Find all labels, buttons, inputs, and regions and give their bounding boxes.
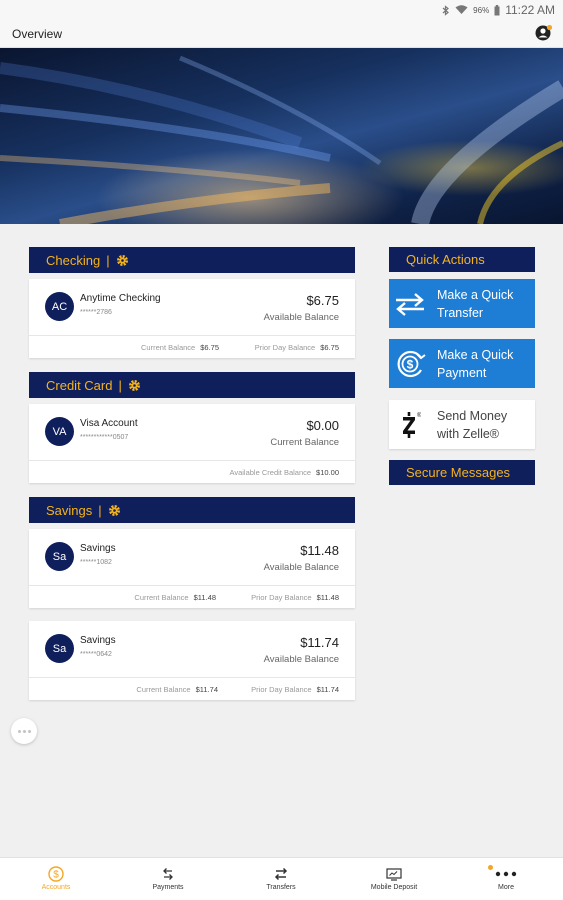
gear-icon[interactable] [128, 379, 141, 392]
amount-label: Available Balance [263, 562, 339, 573]
account-avatar: VA [45, 417, 74, 446]
account-avatar: Sa [45, 634, 74, 663]
secure-messages-button[interactable]: Secure Messages [389, 460, 535, 485]
quick-transfer-button[interactable]: Make a Quick Transfer [389, 279, 535, 328]
amount-label: Current Balance [270, 437, 339, 448]
page-title: Overview [12, 27, 63, 41]
battery-percent: 96% [473, 5, 490, 15]
payment-dollar-icon: $ [397, 350, 426, 377]
status-bar: 96% 11:22 AM [0, 0, 563, 20]
floating-more-button[interactable] [11, 718, 37, 744]
amount-label: Available Balance [263, 312, 339, 323]
current-balance: Current Balance $11.74 [136, 685, 218, 694]
account-card[interactable]: Sa Savings ******1082 $11.48 Available B… [29, 529, 355, 608]
section-title: Credit Card [46, 377, 113, 393]
nav-transfers[interactable]: Transfers [225, 858, 337, 900]
battery-icon [494, 4, 500, 15]
checking-section-header: Checking | [29, 247, 355, 273]
current-balance: Current Balance $11.48 [134, 593, 216, 602]
app-bar: Overview [0, 20, 563, 48]
account-amount: $0.00 [306, 418, 339, 433]
nav-accounts[interactable]: $ Accounts [0, 858, 112, 900]
account-name: Savings [80, 543, 116, 554]
send-money-zelle-button[interactable]: ® Send Money with Zelle® [389, 400, 535, 449]
nav-payments[interactable]: Payments [112, 858, 224, 900]
divider: | [118, 377, 122, 393]
account-card[interactable]: Sa Savings ******0642 $11.74 Available B… [29, 621, 355, 700]
dollar-circle-icon: $ [48, 866, 64, 882]
account-avatar: Sa [45, 542, 74, 571]
account-number: ******2786 [80, 309, 112, 316]
account-number: ******0642 [80, 651, 112, 658]
notification-dot [488, 865, 493, 870]
amount-label: Available Balance [263, 654, 339, 665]
section-title: Savings [46, 502, 93, 518]
quick-actions-header: Quick Actions [389, 247, 535, 272]
account-number: ******1082 [80, 559, 112, 566]
account-name: Anytime Checking [80, 293, 161, 304]
gear-icon[interactable] [116, 254, 129, 267]
svg-text:$: $ [53, 870, 59, 881]
divider: | [106, 252, 110, 268]
divider: | [98, 502, 102, 518]
nav-mobile-deposit[interactable]: Mobile Deposit [338, 858, 450, 900]
account-name: Savings [80, 635, 116, 646]
wifi-icon [455, 5, 468, 14]
dot [17, 729, 21, 733]
light-streaks-graphic [0, 55, 563, 224]
account-name: Visa Account [80, 418, 138, 429]
account-avatar: AC [45, 292, 74, 321]
profile-icon[interactable] [535, 24, 553, 42]
account-number: ************0507 [80, 434, 129, 441]
dot [22, 729, 26, 733]
status-icons: 96% 11:22 AM [442, 3, 555, 17]
payments-arrows-icon [163, 868, 173, 880]
account-card[interactable]: AC Anytime Checking ******2786 $6.75 Ava… [29, 279, 355, 358]
bluetooth-icon [442, 4, 450, 16]
nav-more[interactable]: More [450, 858, 562, 900]
transfer-arrows-icon [274, 867, 288, 881]
svg-text:®: ® [417, 412, 421, 419]
more-dots-icon [495, 871, 517, 877]
credit-card-section-header: Credit Card | [29, 372, 355, 398]
hero-banner-image [0, 48, 563, 224]
clock: 11:22 AM [505, 3, 555, 17]
section-title: Checking [46, 252, 101, 268]
account-amount: $11.74 [300, 635, 339, 650]
transfer-arrows-icon [396, 292, 424, 316]
prior-day-balance: Prior Day Balance $11.48 [251, 593, 339, 602]
account-card[interactable]: VA Visa Account ************0507 $0.00 C… [29, 404, 355, 483]
bottom-nav: $ Accounts Payments Transfers Mobile Dep… [0, 857, 563, 900]
account-amount: $6.75 [306, 293, 339, 308]
dot [27, 729, 31, 733]
prior-day-balance: Prior Day Balance $6.75 [254, 343, 339, 352]
savings-section-header: Savings | [29, 497, 355, 523]
svg-text:$: $ [407, 357, 414, 371]
check-deposit-icon [386, 867, 402, 881]
prior-day-balance: Prior Day Balance $11.74 [251, 685, 339, 694]
gear-icon[interactable] [108, 504, 121, 517]
zelle-icon: ® [403, 411, 421, 438]
account-amount: $11.48 [300, 543, 339, 558]
available-credit-balance: Available Credit Balance $10.00 [229, 468, 339, 477]
quick-payment-button[interactable]: $ Make a Quick Payment [389, 339, 535, 388]
current-balance: Current Balance $6.75 [141, 343, 219, 352]
